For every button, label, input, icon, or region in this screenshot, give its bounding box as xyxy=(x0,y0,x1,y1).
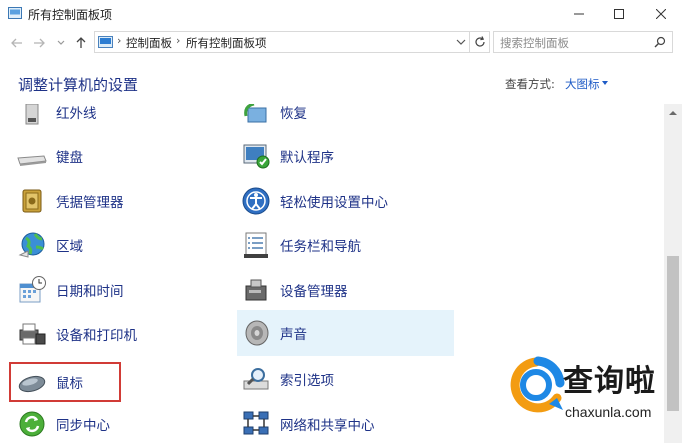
address-bar[interactable]: › 控制面板 › 所有控制面板项 xyxy=(94,31,470,53)
accessibility-icon xyxy=(240,185,272,217)
arrow-left-icon xyxy=(11,38,22,48)
close-icon xyxy=(656,9,666,19)
search-placeholder: 搜索控制面板 xyxy=(500,36,569,50)
recovery-icon xyxy=(240,104,272,128)
refresh-icon xyxy=(474,36,485,47)
indexing-icon xyxy=(240,363,272,395)
item-ease-of-access[interactable]: 轻松使用设置中心 xyxy=(224,181,454,221)
forward-button[interactable] xyxy=(30,34,48,52)
infrared-icon xyxy=(16,104,48,128)
view-by-dropdown[interactable]: 大图标 xyxy=(565,76,600,92)
item-sync-center[interactable]: 同步中心 xyxy=(0,404,220,443)
keyboard-icon xyxy=(16,140,48,172)
default-programs-icon xyxy=(240,140,272,172)
close-button[interactable] xyxy=(642,0,680,28)
item-device-manager[interactable]: 设备管理器 xyxy=(224,270,454,310)
watermark-logo xyxy=(510,356,565,413)
window-title: 所有控制面板项 xyxy=(28,8,113,22)
item-devices-printers[interactable]: 设备和打印机 xyxy=(0,314,220,354)
breadcrumb-separator: › xyxy=(176,34,181,47)
sync-icon xyxy=(16,408,48,440)
view-by-label: 查看方式: xyxy=(505,77,555,91)
item-infrared[interactable]: 红外线 xyxy=(0,104,220,132)
refresh-button[interactable] xyxy=(470,31,490,53)
speaker-icon xyxy=(240,317,272,349)
minimize-button[interactable] xyxy=(560,0,598,28)
watermark: 查询啦 chaxunla.com xyxy=(505,352,680,437)
search-box[interactable]: 搜索控制面板 xyxy=(493,31,673,53)
minimize-icon xyxy=(574,13,584,15)
scroll-up-icon[interactable] xyxy=(669,110,677,116)
breadcrumb-control-panel[interactable]: 控制面板 xyxy=(126,35,172,51)
item-default-programs[interactable]: 默认程序 xyxy=(224,136,454,176)
back-button[interactable] xyxy=(8,34,26,52)
item-credential-manager[interactable]: 凭据管理器 xyxy=(0,181,220,221)
item-sound[interactable]: 声音 xyxy=(237,310,454,356)
device-manager-icon xyxy=(240,274,272,306)
item-keyboard[interactable]: 键盘 xyxy=(0,136,220,176)
arrow-right-icon xyxy=(34,38,45,48)
page-title: 调整计算机的设置 xyxy=(18,76,139,94)
address-dropdown-icon[interactable] xyxy=(456,37,466,47)
search-icon[interactable] xyxy=(654,36,666,48)
breadcrumb-separator: › xyxy=(117,34,122,47)
printer-icon xyxy=(16,318,48,350)
maximize-button[interactable] xyxy=(600,0,638,28)
item-recovery[interactable]: 恢复 xyxy=(224,104,454,132)
title-bar: 所有控制面板项 xyxy=(0,0,682,28)
globe-icon xyxy=(16,229,48,261)
control-panel-app-icon xyxy=(8,7,22,19)
item-network-sharing[interactable]: 网络和共享中心 xyxy=(224,404,454,443)
item-region[interactable]: 区域 xyxy=(0,225,220,265)
caret-down-icon[interactable] xyxy=(602,81,608,85)
breadcrumb-all-items[interactable]: 所有控制面板项 xyxy=(186,35,267,51)
up-button[interactable] xyxy=(72,34,90,52)
highlight-box xyxy=(9,362,121,402)
network-icon xyxy=(240,408,272,440)
arrow-up-icon xyxy=(76,37,86,48)
item-date-time[interactable]: 日期和时间 xyxy=(0,270,220,310)
calendar-clock-icon xyxy=(16,274,48,306)
taskbar-icon xyxy=(240,229,272,261)
item-taskbar-navigation[interactable]: 任务栏和导航 xyxy=(224,225,454,265)
vault-icon xyxy=(16,185,48,217)
control-panel-icon xyxy=(98,36,113,48)
maximize-icon xyxy=(614,9,624,19)
item-indexing-options[interactable]: 索引选项 xyxy=(224,359,454,399)
watermark-name: 查询啦 xyxy=(563,364,656,399)
recent-locations-button[interactable] xyxy=(52,34,70,52)
chevron-down-icon xyxy=(57,40,65,45)
watermark-url: chaxunla.com xyxy=(565,404,652,420)
